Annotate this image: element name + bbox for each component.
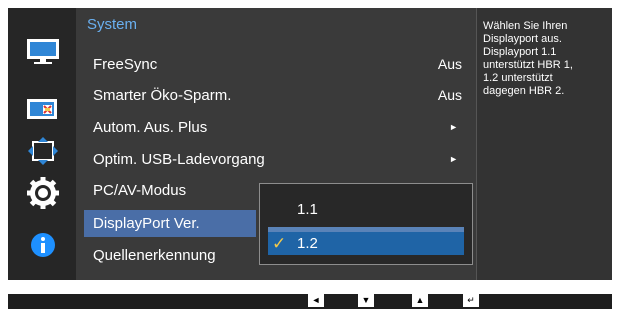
left-key-icon[interactable]: ◄ [308,294,324,307]
option-1-2[interactable]: ✓ 1.2 [268,227,464,255]
option-1-1[interactable]: 1.1 [268,196,464,224]
menu-item-label: Autom. Aus. Plus [93,119,208,136]
checkmark-icon: ✓ [272,234,287,253]
help-text: Wählen Sie Ihren Displayport aus. Displa… [483,20,573,97]
menu-item-auto-off-plus[interactable]: Autom. Aus. Plus ► [84,114,464,141]
submenu-arrow-icon: ► [449,154,458,164]
menu-item-usb-charging[interactable]: Optim. USB-Ladevorgang ► [84,146,464,173]
menu-title: System [87,16,138,33]
option-label: 1.2 [297,235,318,252]
menu-item-label: DisplayPort Ver. [93,215,200,232]
menu-item-freesync[interactable]: FreeSync Aus [84,51,464,78]
menu-item-value: Aus [437,56,462,72]
menu-item-eco-saving[interactable]: Smarter Öko-Sparm. Aus [84,82,464,109]
menu-item-value: Aus [437,87,462,103]
picture-icon[interactable] [26,36,60,66]
menu-item-label: Optim. USB-Ladevorgang [93,151,265,168]
color-icon[interactable] [26,94,60,124]
size-position-icon[interactable] [26,136,60,166]
system-gear-icon[interactable] [26,177,60,209]
submenu-arrow-icon: ► [449,122,458,132]
information-icon[interactable] [26,230,60,260]
displayport-version-submenu: 1.1 ✓ 1.2 [259,183,473,265]
menu-item-label: PC/AV-Modus [93,182,187,199]
category-sidebar [8,8,76,280]
help-panel: Wählen Sie Ihren Displayport aus. Displa… [476,8,612,280]
option-label: 1.1 [297,201,318,218]
enter-key-icon[interactable]: ↵ [463,294,479,307]
menu-item-label: FreeSync [93,56,158,73]
menu-item-displayport-ver[interactable]: DisplayPort Ver. [84,210,256,237]
menu-item-label: Quellenerkennung [93,247,216,264]
down-key-icon[interactable]: ▼ [358,294,374,307]
menu-item-label: Smarter Öko-Sparm. [93,87,232,104]
up-key-icon[interactable]: ▲ [412,294,428,307]
